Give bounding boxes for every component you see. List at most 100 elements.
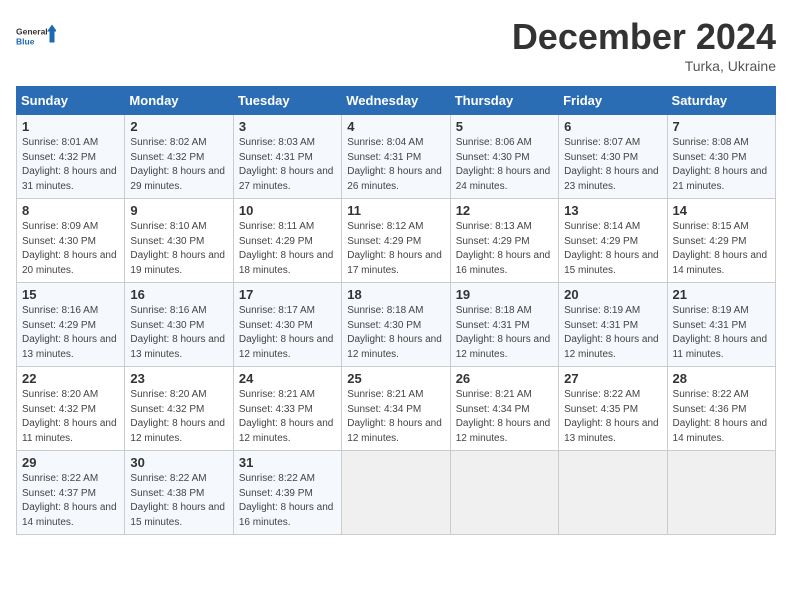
day-detail: Sunrise: 8:19 AMSunset: 4:31 PMDaylight:…: [564, 305, 659, 360]
day-number: 30: [130, 455, 227, 470]
day-detail: Sunrise: 8:21 AMSunset: 4:34 PMDaylight:…: [347, 389, 442, 444]
calendar-cell: 24 Sunrise: 8:21 AMSunset: 4:33 PMDaylig…: [233, 367, 341, 451]
calendar-cell: 16 Sunrise: 8:16 AMSunset: 4:30 PMDaylig…: [125, 283, 233, 367]
day-detail: Sunrise: 8:04 AMSunset: 4:31 PMDaylight:…: [347, 137, 442, 192]
day-detail: Sunrise: 8:16 AMSunset: 4:29 PMDaylight:…: [22, 305, 117, 360]
day-number: 18: [347, 287, 444, 302]
calendar-cell: 19 Sunrise: 8:18 AMSunset: 4:31 PMDaylig…: [450, 283, 558, 367]
svg-text:General: General: [16, 27, 48, 37]
header-sunday: Sunday: [17, 87, 125, 115]
week-row-1: 1 Sunrise: 8:01 AMSunset: 4:32 PMDayligh…: [17, 115, 776, 199]
day-number: 28: [673, 371, 770, 386]
day-detail: Sunrise: 8:06 AMSunset: 4:30 PMDaylight:…: [456, 137, 551, 192]
calendar-cell: 9 Sunrise: 8:10 AMSunset: 4:30 PMDayligh…: [125, 199, 233, 283]
day-number: 11: [347, 203, 444, 218]
day-detail: Sunrise: 8:22 AMSunset: 4:36 PMDaylight:…: [673, 389, 768, 444]
day-detail: Sunrise: 8:15 AMSunset: 4:29 PMDaylight:…: [673, 221, 768, 276]
day-number: 14: [673, 203, 770, 218]
day-number: 8: [22, 203, 119, 218]
day-detail: Sunrise: 8:22 AMSunset: 4:38 PMDaylight:…: [130, 473, 225, 528]
calendar-cell: 13 Sunrise: 8:14 AMSunset: 4:29 PMDaylig…: [559, 199, 667, 283]
day-detail: Sunrise: 8:22 AMSunset: 4:35 PMDaylight:…: [564, 389, 659, 444]
calendar-cell: 5 Sunrise: 8:06 AMSunset: 4:30 PMDayligh…: [450, 115, 558, 199]
calendar-cell: [342, 451, 450, 535]
calendar-cell: 15 Sunrise: 8:16 AMSunset: 4:29 PMDaylig…: [17, 283, 125, 367]
svg-text:Blue: Blue: [16, 37, 35, 47]
calendar-cell: 7 Sunrise: 8:08 AMSunset: 4:30 PMDayligh…: [667, 115, 775, 199]
day-number: 5: [456, 119, 553, 134]
calendar-cell: 11 Sunrise: 8:12 AMSunset: 4:29 PMDaylig…: [342, 199, 450, 283]
header-wednesday: Wednesday: [342, 87, 450, 115]
day-detail: Sunrise: 8:10 AMSunset: 4:30 PMDaylight:…: [130, 221, 225, 276]
day-number: 26: [456, 371, 553, 386]
calendar-cell: 6 Sunrise: 8:07 AMSunset: 4:30 PMDayligh…: [559, 115, 667, 199]
calendar-cell: 31 Sunrise: 8:22 AMSunset: 4:39 PMDaylig…: [233, 451, 341, 535]
day-number: 10: [239, 203, 336, 218]
calendar-cell: 14 Sunrise: 8:15 AMSunset: 4:29 PMDaylig…: [667, 199, 775, 283]
calendar-cell: [667, 451, 775, 535]
calendar-cell: 25 Sunrise: 8:21 AMSunset: 4:34 PMDaylig…: [342, 367, 450, 451]
calendar-cell: 21 Sunrise: 8:19 AMSunset: 4:31 PMDaylig…: [667, 283, 775, 367]
day-number: 6: [564, 119, 661, 134]
calendar-table: SundayMondayTuesdayWednesdayThursdayFrid…: [16, 86, 776, 535]
calendar-cell: [450, 451, 558, 535]
day-number: 25: [347, 371, 444, 386]
day-number: 20: [564, 287, 661, 302]
day-number: 3: [239, 119, 336, 134]
header-tuesday: Tuesday: [233, 87, 341, 115]
header-friday: Friday: [559, 87, 667, 115]
day-detail: Sunrise: 8:20 AMSunset: 4:32 PMDaylight:…: [130, 389, 225, 444]
week-row-3: 15 Sunrise: 8:16 AMSunset: 4:29 PMDaylig…: [17, 283, 776, 367]
day-detail: Sunrise: 8:01 AMSunset: 4:32 PMDaylight:…: [22, 137, 117, 192]
day-number: 22: [22, 371, 119, 386]
day-detail: Sunrise: 8:14 AMSunset: 4:29 PMDaylight:…: [564, 221, 659, 276]
calendar-cell: 3 Sunrise: 8:03 AMSunset: 4:31 PMDayligh…: [233, 115, 341, 199]
calendar-cell: 1 Sunrise: 8:01 AMSunset: 4:32 PMDayligh…: [17, 115, 125, 199]
day-detail: Sunrise: 8:18 AMSunset: 4:31 PMDaylight:…: [456, 305, 551, 360]
day-detail: Sunrise: 8:22 AMSunset: 4:39 PMDaylight:…: [239, 473, 334, 528]
calendar-cell: 22 Sunrise: 8:20 AMSunset: 4:32 PMDaylig…: [17, 367, 125, 451]
calendar-cell: 30 Sunrise: 8:22 AMSunset: 4:38 PMDaylig…: [125, 451, 233, 535]
header-saturday: Saturday: [667, 87, 775, 115]
day-number: 23: [130, 371, 227, 386]
day-detail: Sunrise: 8:07 AMSunset: 4:30 PMDaylight:…: [564, 137, 659, 192]
day-detail: Sunrise: 8:21 AMSunset: 4:34 PMDaylight:…: [456, 389, 551, 444]
calendar-cell: 2 Sunrise: 8:02 AMSunset: 4:32 PMDayligh…: [125, 115, 233, 199]
day-detail: Sunrise: 8:19 AMSunset: 4:31 PMDaylight:…: [673, 305, 768, 360]
calendar-cell: [559, 451, 667, 535]
week-row-2: 8 Sunrise: 8:09 AMSunset: 4:30 PMDayligh…: [17, 199, 776, 283]
calendar-cell: 10 Sunrise: 8:11 AMSunset: 4:29 PMDaylig…: [233, 199, 341, 283]
calendar-header-row: SundayMondayTuesdayWednesdayThursdayFrid…: [17, 87, 776, 115]
day-number: 27: [564, 371, 661, 386]
day-detail: Sunrise: 8:09 AMSunset: 4:30 PMDaylight:…: [22, 221, 117, 276]
day-number: 13: [564, 203, 661, 218]
title-block: December 2024 Turka, Ukraine: [512, 16, 776, 74]
day-number: 19: [456, 287, 553, 302]
calendar-cell: 23 Sunrise: 8:20 AMSunset: 4:32 PMDaylig…: [125, 367, 233, 451]
day-number: 4: [347, 119, 444, 134]
day-detail: Sunrise: 8:17 AMSunset: 4:30 PMDaylight:…: [239, 305, 334, 360]
day-number: 16: [130, 287, 227, 302]
calendar-cell: 17 Sunrise: 8:17 AMSunset: 4:30 PMDaylig…: [233, 283, 341, 367]
day-number: 29: [22, 455, 119, 470]
calendar-cell: 8 Sunrise: 8:09 AMSunset: 4:30 PMDayligh…: [17, 199, 125, 283]
day-number: 12: [456, 203, 553, 218]
day-detail: Sunrise: 8:18 AMSunset: 4:30 PMDaylight:…: [347, 305, 442, 360]
day-detail: Sunrise: 8:13 AMSunset: 4:29 PMDaylight:…: [456, 221, 551, 276]
day-number: 15: [22, 287, 119, 302]
day-detail: Sunrise: 8:16 AMSunset: 4:30 PMDaylight:…: [130, 305, 225, 360]
page-header: General Blue December 2024 Turka, Ukrain…: [16, 16, 776, 74]
day-number: 7: [673, 119, 770, 134]
day-detail: Sunrise: 8:03 AMSunset: 4:31 PMDaylight:…: [239, 137, 334, 192]
logo: General Blue: [16, 16, 56, 56]
day-number: 17: [239, 287, 336, 302]
header-monday: Monday: [125, 87, 233, 115]
logo-svg: General Blue: [16, 16, 56, 56]
calendar-cell: 28 Sunrise: 8:22 AMSunset: 4:36 PMDaylig…: [667, 367, 775, 451]
day-number: 2: [130, 119, 227, 134]
day-detail: Sunrise: 8:02 AMSunset: 4:32 PMDaylight:…: [130, 137, 225, 192]
day-number: 1: [22, 119, 119, 134]
calendar-cell: 4 Sunrise: 8:04 AMSunset: 4:31 PMDayligh…: [342, 115, 450, 199]
day-detail: Sunrise: 8:08 AMSunset: 4:30 PMDaylight:…: [673, 137, 768, 192]
calendar-cell: 20 Sunrise: 8:19 AMSunset: 4:31 PMDaylig…: [559, 283, 667, 367]
